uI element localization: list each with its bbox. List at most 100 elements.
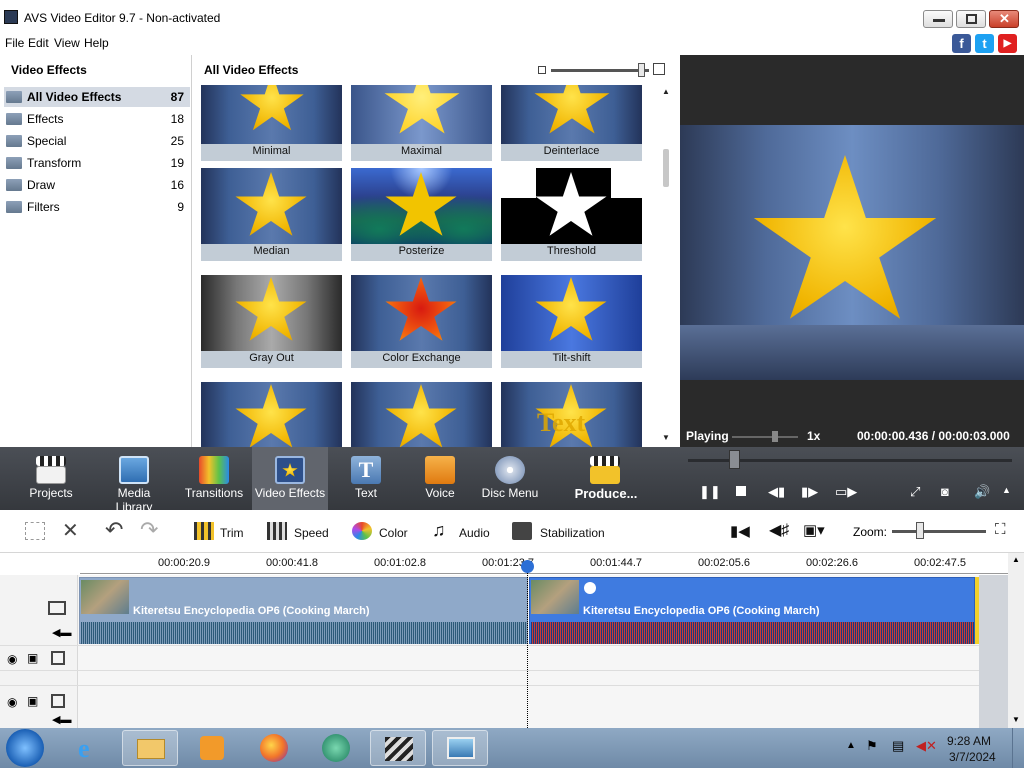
effect-tile[interactable]: Text (501, 382, 642, 447)
fit-to-window-icon[interactable]: ⛶ (995, 521, 1006, 538)
action-center-flag-icon[interactable]: ⚑ (866, 738, 878, 754)
minimize-button[interactable] (923, 10, 953, 28)
redo-icon[interactable]: ↷ (140, 517, 158, 543)
timeline-ruler[interactable]: 00:00:20.9 00:00:41.8 00:01:02.8 00:01:2… (0, 553, 1024, 575)
previous-frame-icon[interactable]: ◀▮ (768, 484, 785, 500)
scroll-up-icon[interactable]: ▲ (662, 87, 670, 96)
start-button[interactable] (6, 729, 44, 767)
volume-muted-icon[interactable]: ◀✕ (916, 738, 937, 754)
split-icon[interactable]: ▮◀ (730, 522, 750, 540)
thumbnail-size-slider[interactable] (551, 69, 649, 72)
scroll-down-icon[interactable]: ▼ (662, 433, 670, 442)
show-hidden-icons[interactable]: ▲ (846, 740, 856, 751)
preview-video[interactable] (680, 125, 1024, 380)
effect-tile-median[interactable]: Median (201, 168, 342, 261)
maximize-button[interactable] (956, 10, 986, 28)
stop-icon[interactable] (736, 486, 746, 496)
playback-speed-slider[interactable] (732, 436, 798, 438)
clock-date[interactable]: 3/7/2024 (949, 750, 996, 764)
scrollbar-thumb[interactable] (663, 149, 669, 187)
category-all-video-effects[interactable]: All Video Effects 87 (4, 87, 190, 107)
zoom-slider[interactable] (892, 530, 986, 533)
taskbar-avs-video-editor[interactable] (370, 730, 426, 766)
close-button[interactable]: ✕ (989, 10, 1019, 28)
lock-icon[interactable]: ▣ (27, 651, 38, 665)
speed-button[interactable]: Speed (294, 526, 329, 540)
color-button[interactable]: Color (379, 526, 408, 540)
tool-disc-menu[interactable]: Disc Menu (480, 447, 540, 510)
effect-tile-color-exchange[interactable]: Color Exchange (351, 275, 492, 368)
clock-time[interactable]: 9:28 AM (947, 734, 991, 748)
lock-icon[interactable]: ▣ (27, 694, 38, 708)
visibility-eye-icon[interactable]: ◉ (7, 695, 17, 709)
taskbar-photo-viewer[interactable] (432, 730, 488, 766)
playback-speed-handle[interactable] (772, 431, 778, 442)
taskbar-file-explorer[interactable] (122, 730, 178, 766)
taskbar-internet-explorer[interactable]: e (64, 730, 120, 766)
effect-tile-posterize[interactable]: Posterize (351, 168, 492, 261)
twitter-icon[interactable]: t (975, 34, 994, 53)
audio-mixer-icon[interactable]: ◀♯ (769, 520, 789, 540)
pause-icon[interactable]: ❚❚ (699, 484, 721, 500)
taskbar-app[interactable] (308, 730, 364, 766)
zoom-slider-handle[interactable] (916, 522, 924, 539)
undo-icon[interactable]: ↶ (105, 517, 123, 543)
volume-icon[interactable]: 🔊 (974, 484, 990, 500)
effect-tile-minimal[interactable]: Minimal (201, 85, 342, 161)
next-frame-icon[interactable]: ▮▶ (801, 484, 818, 500)
loop-icon[interactable]: ▭▶ (835, 484, 857, 500)
youtube-icon[interactable]: ▶ (998, 34, 1017, 53)
playhead-handle[interactable] (521, 560, 534, 573)
scroll-up-icon[interactable]: ▲ (1012, 555, 1020, 564)
effect-tile-deinterlace[interactable]: Deinterlace (501, 85, 642, 161)
trim-button[interactable]: Trim (220, 526, 244, 540)
volume-dropdown-icon[interactable]: ▲ (1002, 485, 1011, 495)
effects-scrollbar[interactable]: ▲ ▼ (658, 85, 675, 447)
large-thumbnail-icon[interactable] (653, 63, 665, 75)
snapshot-icon[interactable]: ◙ (941, 484, 949, 499)
fullscreen-icon[interactable]: ⤢ (910, 484, 920, 500)
audio-mute-icon[interactable]: ◀▬ (52, 626, 71, 639)
tool-media-library[interactable]: Media Library (98, 447, 170, 514)
timeline-scrollbar[interactable]: ▲ ▼ (1008, 553, 1024, 728)
video-clip-selected[interactable]: Kiteretsu Encyclopedia OP6 (Cooking Marc… (529, 577, 975, 644)
network-icon[interactable]: ▤ (892, 738, 904, 754)
category-effects[interactable]: Effects 18 (4, 109, 190, 129)
tool-text[interactable]: T Text (340, 447, 392, 510)
effect-tile[interactable] (351, 382, 492, 447)
effect-tile-maximal[interactable]: Maximal (351, 85, 492, 161)
menu-edit[interactable]: Edit (28, 36, 49, 50)
stabilization-button[interactable]: Stabilization (540, 526, 605, 540)
effect-tile[interactable]: ● ● ● ● (201, 382, 342, 447)
show-desktop-button[interactable] (1012, 728, 1024, 768)
facebook-icon[interactable]: f (952, 34, 971, 53)
tool-projects[interactable]: Projects (18, 447, 84, 510)
taskbar-media-player[interactable] (184, 730, 240, 766)
category-transform[interactable]: Transform 19 (4, 153, 190, 173)
menu-file[interactable]: File (5, 36, 24, 50)
tool-video-effects[interactable]: Video Effects (252, 447, 328, 510)
category-draw[interactable]: Draw 16 (4, 175, 190, 195)
small-thumbnail-icon[interactable] (538, 66, 546, 74)
visibility-eye-icon[interactable]: ◉ (7, 652, 17, 666)
tool-transitions[interactable]: Transitions (182, 447, 246, 510)
scroll-down-icon[interactable]: ▼ (1012, 715, 1020, 724)
effect-tile-gray-out[interactable]: Gray Out (201, 275, 342, 368)
select-all-icon[interactable] (25, 522, 45, 540)
category-special[interactable]: Special 25 (4, 131, 190, 151)
category-filters[interactable]: Filters 9 (4, 197, 190, 217)
audio-button[interactable]: Audio (459, 526, 490, 540)
thumbnail-size-slider-handle[interactable] (638, 63, 645, 77)
menu-help[interactable]: Help (84, 36, 109, 50)
view-mode-icon[interactable]: ▣▾ (803, 521, 825, 539)
audio-mute-icon[interactable]: ◀▬ (52, 713, 71, 726)
tool-produce[interactable]: Produce... (568, 447, 644, 510)
video-clip[interactable]: Kiteretsu Encyclopedia OP6 (Cooking Marc… (79, 577, 528, 644)
seek-handle[interactable] (729, 450, 740, 469)
menu-view[interactable]: View (54, 36, 80, 50)
tool-voice[interactable]: Voice (414, 447, 466, 510)
effect-tile-tilt-shift[interactable]: Tilt-shift (501, 275, 642, 368)
delete-icon[interactable]: ✕ (62, 518, 79, 543)
effect-tile-threshold[interactable]: Threshold (501, 168, 642, 261)
taskbar-firefox[interactable] (246, 730, 302, 766)
